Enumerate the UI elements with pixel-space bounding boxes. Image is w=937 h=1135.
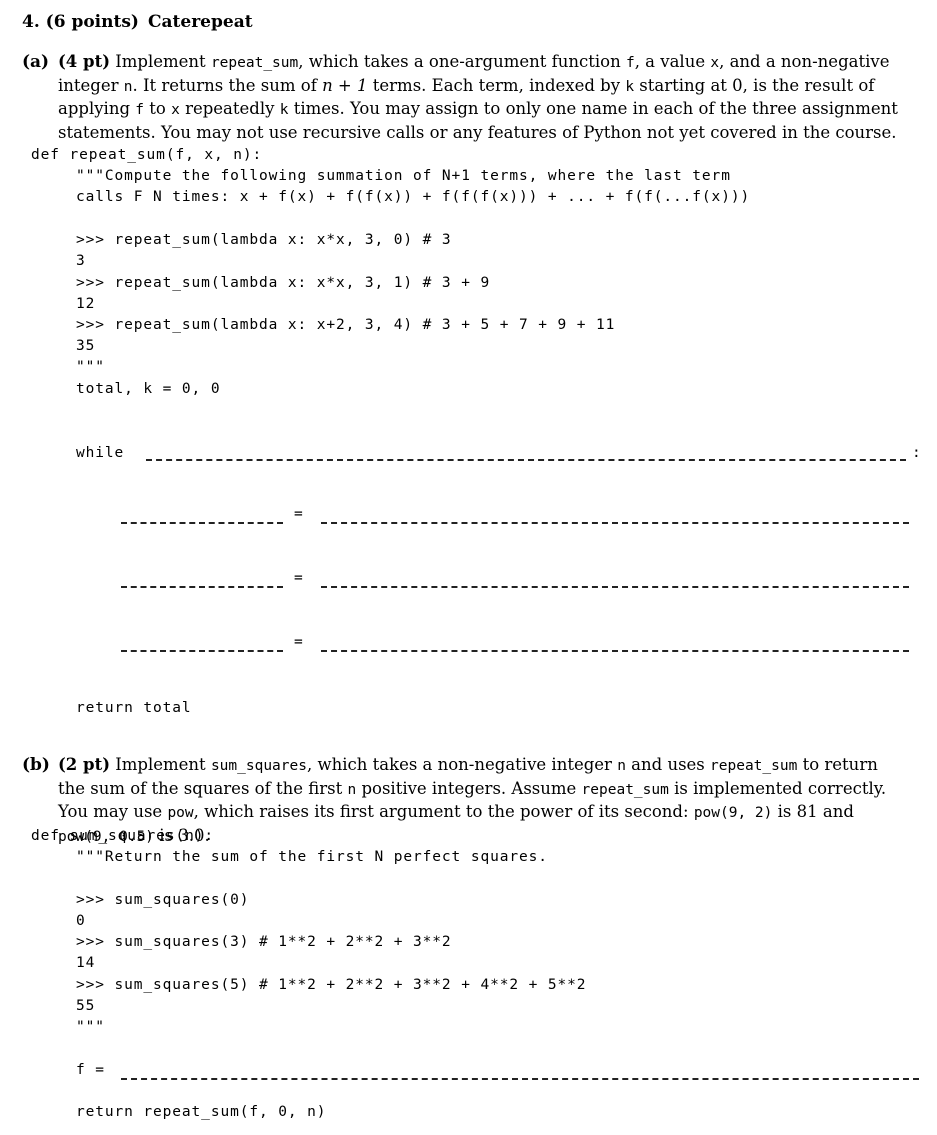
while-keyword: while bbox=[76, 445, 125, 461]
question-title: Caterepeat bbox=[148, 12, 253, 32]
sum-squares-example-3: >>> sum_squares(5) # 1**2 + 2**2 + 3**2 … bbox=[76, 977, 587, 993]
part-b-label: (b) bbox=[22, 755, 50, 775]
sum-squares-output-2: 14 bbox=[76, 955, 96, 971]
sum-squares-docstring-end: """ bbox=[76, 1019, 105, 1035]
while-condition-blank[interactable] bbox=[146, 459, 906, 461]
sum-squares-docstring: """Return the sum of the first N perfect… bbox=[76, 849, 548, 865]
part-a-label: (a) bbox=[22, 52, 50, 72]
f-assignment: f = bbox=[76, 1062, 105, 1078]
doctest-example-3: >>> repeat_sum(lambda x: x+2, 3, 4) # 3 … bbox=[76, 317, 616, 333]
sum-squares-output-3: 55 bbox=[76, 998, 96, 1014]
f-value-blank[interactable] bbox=[121, 1078, 919, 1080]
assignment-1-value-blank[interactable] bbox=[321, 522, 909, 524]
doctest-output-3: 35 bbox=[76, 338, 96, 354]
while-colon: : bbox=[912, 445, 922, 461]
assignment-3-name-blank[interactable] bbox=[121, 650, 283, 652]
repeat-sum-def: def repeat_sum(f, x, n): bbox=[31, 147, 263, 163]
assignment-1-name-blank[interactable] bbox=[121, 522, 283, 524]
return-total: return total bbox=[76, 700, 192, 716]
part-a-points: (4 pt) bbox=[58, 52, 110, 71]
assignment-1-equals: = bbox=[294, 506, 304, 522]
part-a-description: (4 pt) Implement repeat_sum, which takes… bbox=[58, 52, 898, 142]
doctest-output-2: 12 bbox=[76, 296, 96, 312]
sum-squares-output-1: 0 bbox=[76, 913, 86, 929]
assignment-2-value-blank[interactable] bbox=[321, 586, 909, 588]
init-statement: total, k = 0, 0 bbox=[76, 381, 221, 397]
question-number: 4. (6 points) bbox=[22, 12, 139, 32]
assignment-2-name-blank[interactable] bbox=[121, 586, 283, 588]
doctest-example-1: >>> repeat_sum(lambda x: x*x, 3, 0) # 3 bbox=[76, 232, 452, 248]
assignment-3-equals: = bbox=[294, 634, 304, 650]
docstring-line-2: calls F N times: x + f(x) + f(f(x)) + f(… bbox=[76, 189, 751, 205]
doctest-example-2: >>> repeat_sum(lambda x: x*x, 3, 1) # 3 … bbox=[76, 275, 491, 291]
sum-squares-def: def sum_squares(n): bbox=[31, 828, 214, 844]
assignment-3-value-blank[interactable] bbox=[321, 650, 909, 652]
assignment-2-equals: = bbox=[294, 570, 304, 586]
doctest-output-1: 3 bbox=[76, 253, 86, 269]
sum-squares-example-1: >>> sum_squares(0) bbox=[76, 892, 250, 908]
sum-squares-example-2: >>> sum_squares(3) # 1**2 + 2**2 + 3**2 bbox=[76, 934, 452, 950]
docstring-line-1: """Compute the following summation of N+… bbox=[76, 168, 731, 184]
return-repeat-sum: return repeat_sum(f, 0, n) bbox=[76, 1104, 327, 1120]
part-b-points: (2 pt) bbox=[58, 755, 110, 774]
docstring-end: """ bbox=[76, 359, 105, 375]
